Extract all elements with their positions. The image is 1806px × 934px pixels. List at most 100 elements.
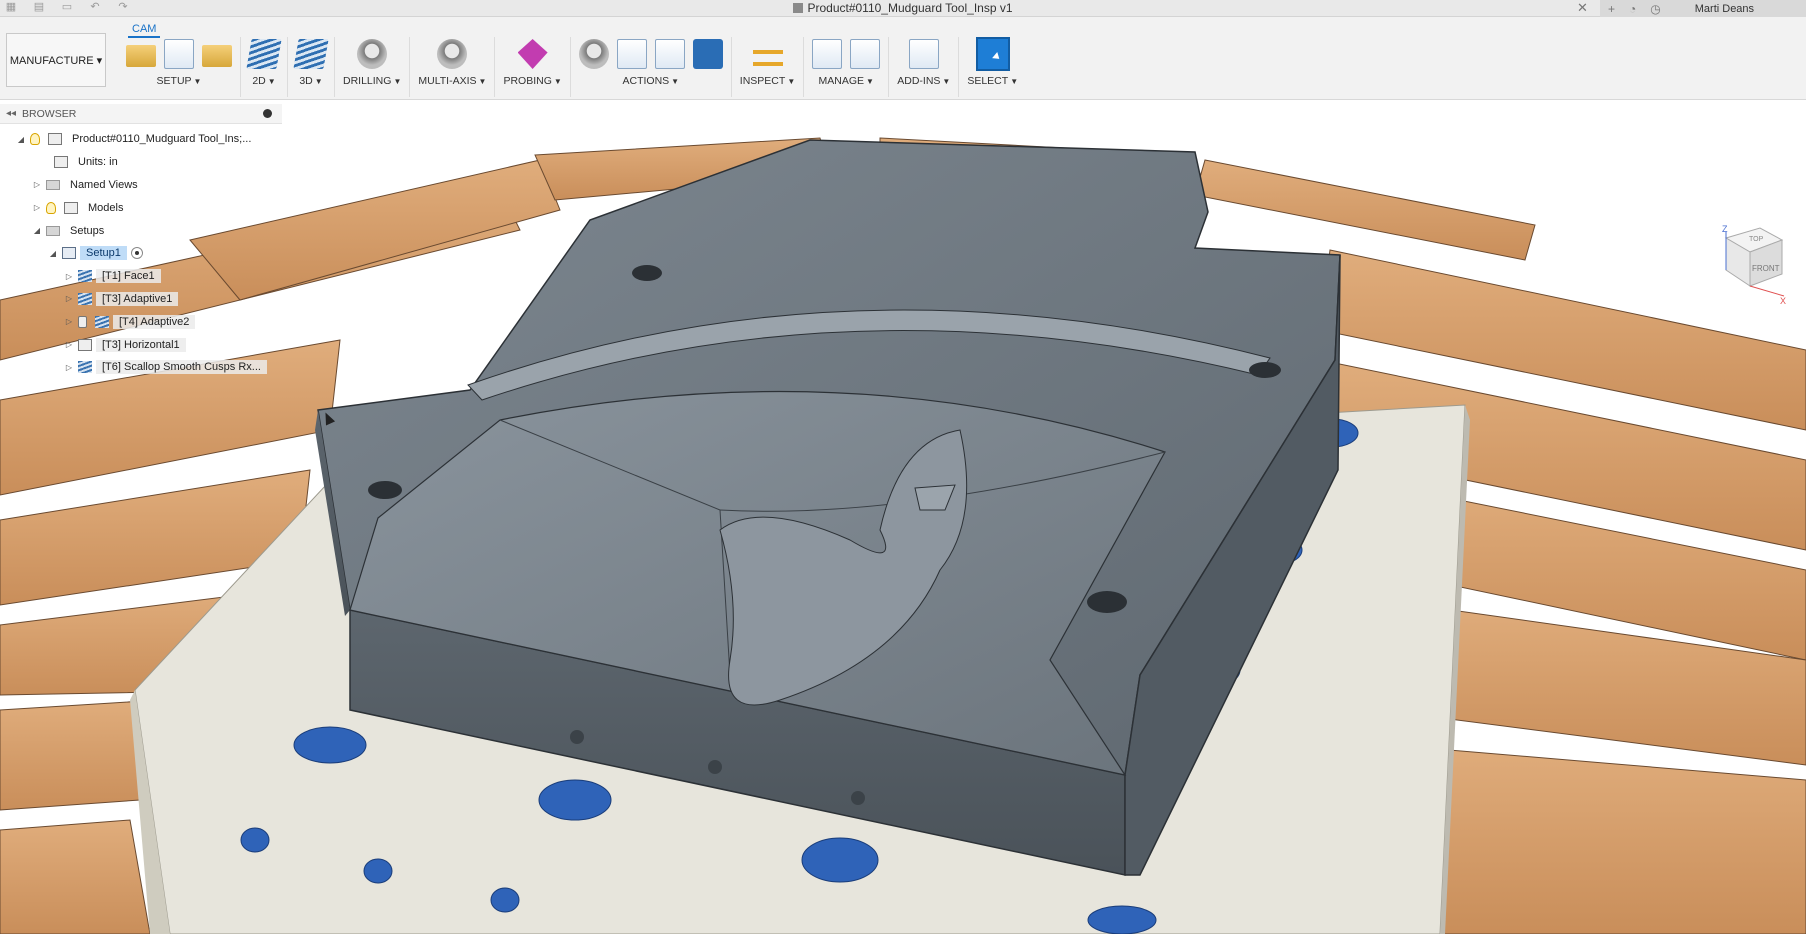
workspace-switcher[interactable]: MANUFACTURE ▾ (6, 33, 106, 87)
probing-label[interactable]: PROBING (503, 75, 551, 87)
collapsed-arrow-icon[interactable]: ▷ (64, 317, 74, 326)
operation-label[interactable]: [T1] Face1 (96, 269, 161, 284)
post-process-icon[interactable] (616, 39, 647, 69)
nc-program-icon[interactable] (164, 39, 194, 69)
templates-icon[interactable] (850, 39, 881, 69)
collapsed-arrow-icon[interactable]: ▷ (64, 294, 74, 303)
select-cursor-icon[interactable] (975, 37, 1010, 71)
drilling-group[interactable]: DRILLING ▼ (335, 37, 411, 97)
user-name[interactable]: Marti Deans (1695, 3, 1754, 15)
open-folder-icon[interactable] (202, 45, 232, 67)
tree-models[interactable]: ▷ Models (0, 196, 290, 219)
tree-operation[interactable]: ▷ [T3] Adaptive1 (0, 288, 290, 311)
tab-cam[interactable]: CAM (128, 23, 161, 38)
actions-group[interactable]: ACTIONS ▼ (571, 37, 732, 97)
document-cube-icon (793, 3, 804, 13)
browser-title: BROWSER (22, 107, 77, 120)
setup-folder-icon[interactable] (126, 45, 156, 67)
browser-tree: ◢ Product#0110_Mudguard Tool_Ins;... Uni… (0, 128, 290, 379)
addins-icon[interactable] (908, 39, 939, 69)
pin-icon[interactable] (263, 109, 272, 118)
collapsed-arrow-icon[interactable]: ▷ (32, 180, 42, 189)
collapsed-arrow-icon[interactable]: ▷ (32, 203, 42, 212)
collapse-panel-icon[interactable]: ◂◂ (6, 108, 16, 119)
tree-operation[interactable]: ▷ [T6] Scallop Smooth Cusps Rx... (0, 356, 290, 379)
title-bar-right: + ◔ ◷ Marti Deans (1600, 0, 1806, 17)
manage-group[interactable]: MANAGE ▼ (804, 37, 890, 97)
drill-icon[interactable] (357, 39, 388, 69)
expanded-arrow-icon[interactable]: ◢ (48, 249, 58, 258)
addins-group[interactable]: ADD-INS ▼ (889, 37, 960, 97)
actions-label[interactable]: ACTIONS (623, 75, 670, 87)
3d-toolpath-icon[interactable] (293, 39, 329, 69)
simulate-icon[interactable] (578, 39, 609, 69)
generate-icon[interactable] (692, 39, 723, 69)
tool-library-icon[interactable] (812, 39, 843, 69)
tree-units[interactable]: Units: in (0, 151, 290, 174)
viewcube-z: Z (1722, 224, 1728, 234)
new-tab-icon[interactable]: + (1608, 2, 1615, 16)
select-group[interactable]: SELECT ▼ (959, 37, 1026, 97)
tree-named-views[interactable]: ▷ Named Views (0, 174, 290, 197)
viewcube-x: X (1780, 296, 1786, 306)
measure-icon[interactable] (752, 49, 783, 66)
viewcube-front[interactable]: FRONT (1752, 264, 1780, 273)
face-operation-icon (78, 270, 92, 283)
collapsed-arrow-icon[interactable]: ▷ (64, 363, 74, 372)
tree-root-label[interactable]: Product#0110_Mudguard Tool_Ins;... (66, 132, 257, 146)
collapsed-arrow-icon[interactable]: ▷ (64, 272, 74, 281)
tree-setups[interactable]: ◢ Setups (0, 219, 290, 242)
job-status-icon[interactable]: ◔ (1629, 2, 1636, 16)
2d-label[interactable]: 2D (252, 75, 265, 87)
setups-label[interactable]: Setups (64, 224, 110, 238)
2d-toolpath-icon[interactable] (246, 39, 282, 69)
tree-operation[interactable]: ▷ [T1] Face1 (0, 265, 290, 288)
models-label[interactable]: Models (82, 201, 129, 215)
3d-label[interactable]: 3D (299, 75, 312, 87)
tree-root[interactable]: ◢ Product#0110_Mudguard Tool_Ins;... (0, 128, 290, 151)
multi-axis-label[interactable]: MULTI-AXIS (418, 75, 476, 87)
setups-folder-icon (46, 225, 60, 236)
adaptive-operation-icon (78, 292, 92, 305)
probe-icon[interactable] (517, 39, 548, 69)
select-label[interactable]: SELECT (967, 75, 1008, 87)
units-label[interactable]: Units: in (72, 155, 124, 169)
expanded-arrow-icon[interactable]: ◢ (16, 135, 26, 144)
drilling-label[interactable]: DRILLING (343, 75, 391, 87)
3d-group[interactable]: 3D ▼ (288, 37, 335, 97)
operation-label[interactable]: [T3] Horizontal1 (96, 337, 186, 352)
viewcube-top[interactable]: TOP (1749, 236, 1764, 243)
setup-sheet-icon[interactable] (654, 39, 685, 69)
multiaxis-group[interactable]: MULTI-AXIS ▼ (410, 37, 496, 97)
manage-label[interactable]: MANAGE (819, 75, 865, 87)
named-views-label[interactable]: Named Views (64, 178, 144, 192)
multi-axis-icon[interactable] (437, 39, 468, 69)
clock-icon[interactable]: ◷ (1650, 2, 1660, 16)
operation-label[interactable]: [T3] Adaptive1 (96, 291, 179, 306)
2d-group[interactable]: 2D ▼ (241, 37, 288, 97)
tree-setup1[interactable]: ◢ Setup1 (0, 242, 290, 265)
close-tab-icon[interactable]: ✕ (1577, 0, 1588, 16)
horizontal-operation-icon (78, 338, 92, 351)
setup1-label[interactable]: Setup1 (80, 246, 127, 261)
probing-group[interactable]: PROBING ▼ (495, 37, 571, 97)
tree-operation[interactable]: ▷ [T4] Adaptive2 (0, 310, 290, 333)
expanded-arrow-icon[interactable]: ◢ (32, 226, 42, 235)
activate-radio[interactable] (130, 247, 143, 260)
visibility-bulb-icon[interactable] (46, 201, 56, 214)
operation-label[interactable]: [T6] Scallop Smooth Cusps Rx... (96, 360, 267, 375)
scallop-operation-icon (78, 361, 92, 374)
viewcube[interactable]: TOP FRONT Z X (1716, 224, 1788, 306)
collapsed-arrow-icon[interactable]: ▷ (64, 340, 74, 349)
title-bar: ▦ ▤ ▭ ↶ ↷ Product#0110_Mudguard Tool_Ins… (0, 0, 1806, 17)
addins-label[interactable]: ADD-INS (897, 75, 940, 87)
inspect-group[interactable]: INSPECT ▼ (732, 37, 805, 97)
visibility-bulb-icon[interactable] (30, 133, 40, 146)
document-icon (48, 133, 62, 146)
operation-label[interactable]: [T4] Adaptive2 (113, 314, 196, 329)
tree-operation[interactable]: ▷ [T3] Horizontal1 (0, 333, 290, 356)
models-icon (64, 201, 78, 214)
setup-label[interactable]: SETUP (157, 75, 192, 87)
setup-group[interactable]: SETUP ▼ (118, 37, 241, 97)
inspect-label[interactable]: INSPECT (740, 75, 786, 87)
